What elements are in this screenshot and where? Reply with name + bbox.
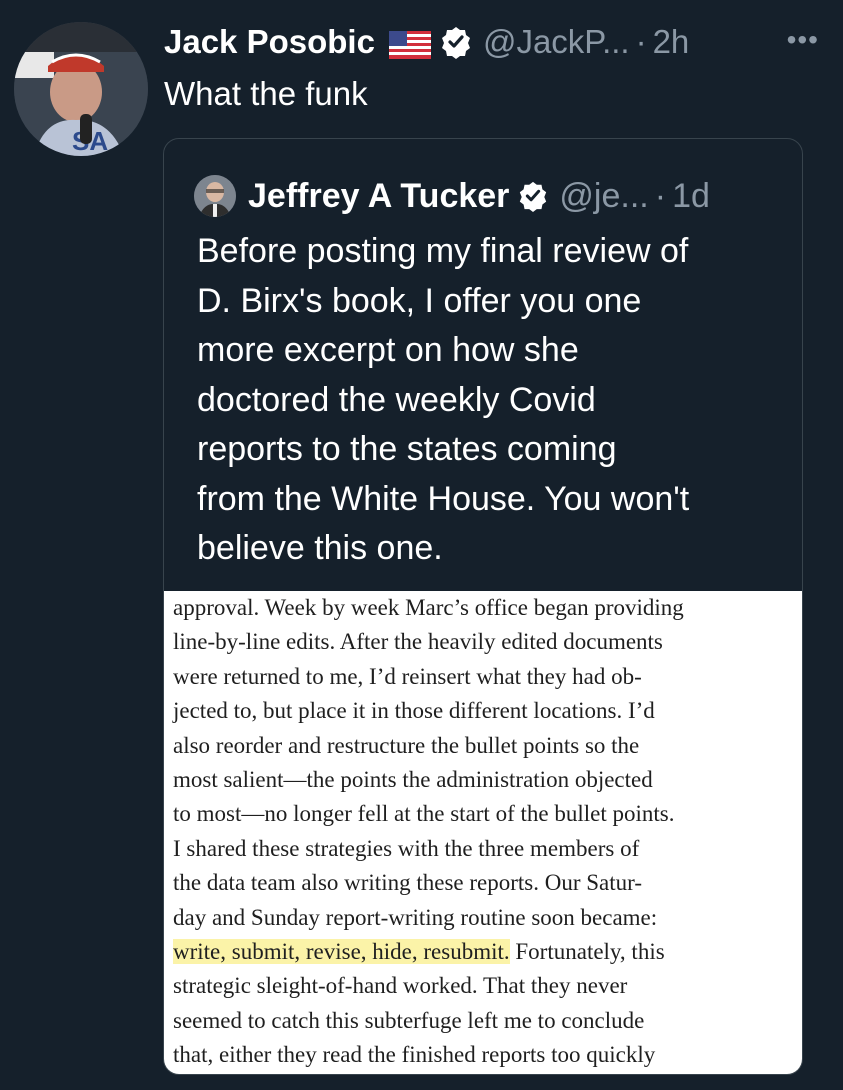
author-handle[interactable]: @JackP... <box>483 22 630 62</box>
quoted-tweet[interactable]: Jeffrey A Tucker @je... · 1d Before post… <box>163 138 803 1075</box>
excerpt-line: the data team also writing these reports… <box>173 870 642 896</box>
author-name[interactable]: Jack Posobic <box>164 22 375 62</box>
verified-badge-icon <box>517 180 549 212</box>
quoted-text-line: Before posting my final review of <box>197 232 689 270</box>
highlighted-text: write, submit, revise, hide, resubmit. <box>173 938 510 964</box>
book-excerpt-image[interactable]: approval. Week by week Marc’s office beg… <box>164 591 802 1074</box>
excerpt-line: strategic sleight-of-hand worked. That t… <box>173 973 628 999</box>
excerpt-line: approval. Week by week Marc’s office beg… <box>173 595 684 620</box>
excerpt-line: most salient—the points the administrati… <box>173 766 653 792</box>
tweet-time[interactable]: 2h <box>653 22 690 62</box>
quoted-text-line: believe this one. <box>197 529 443 567</box>
verified-badge-icon <box>439 25 473 59</box>
excerpt-line: jected to, but place it in those differe… <box>173 698 655 724</box>
quoted-text-line: from the White House. You won't <box>197 479 690 518</box>
tweet-text: What the funk <box>164 75 368 112</box>
quoted-tweet-text: Before posting my final review of D. Bir… <box>197 227 797 574</box>
excerpt-line-highlighted: write, submit, revise, hide, resubmit. F… <box>173 935 802 969</box>
more-options-icon[interactable]: ••• <box>787 20 819 60</box>
quoted-author-avatar[interactable] <box>194 175 236 217</box>
us-flag-icon <box>388 28 431 59</box>
separator: · <box>635 23 647 60</box>
quoted-text-line: reports to the states coming <box>197 430 617 468</box>
quoted-text-line: D. Birx's book, I offer you one <box>197 281 642 320</box>
quoted-tweet-header: Jeffrey A Tucker @je... · 1d <box>194 175 710 217</box>
excerpt-line: line-by-line edits. After the heavily ed… <box>173 629 663 655</box>
quoted-text-line: more excerpt on how she <box>197 331 579 369</box>
quoted-author-handle[interactable]: @je... <box>559 176 648 216</box>
excerpt-line: I shared these strategies with the three… <box>173 835 640 861</box>
excerpt-line: that, either they read the finished repo… <box>173 1042 656 1068</box>
quoted-tweet-time[interactable]: 1d <box>672 176 710 216</box>
author-avatar[interactable]: SA <box>14 22 148 156</box>
excerpt-line: day and Sunday report-writing routine so… <box>173 904 658 930</box>
quoted-author-name[interactable]: Jeffrey A Tucker <box>248 176 509 216</box>
excerpt-line: to most—no longer fell at the start of t… <box>173 801 675 827</box>
excerpt-line: seemed to catch this subterfuge left me … <box>173 1007 645 1033</box>
excerpt-line: were returned to me, I’d reinsert what t… <box>173 663 642 689</box>
excerpt-line: also reorder and restructure the bullet … <box>173 732 640 758</box>
quoted-text-line: doctored the weekly Covid <box>197 380 596 419</box>
excerpt-text: Fortunately, this <box>509 938 665 964</box>
tweet-header: Jack Posobic @JackP... · 2h ••• <box>164 20 833 64</box>
separator: · <box>654 177 667 215</box>
